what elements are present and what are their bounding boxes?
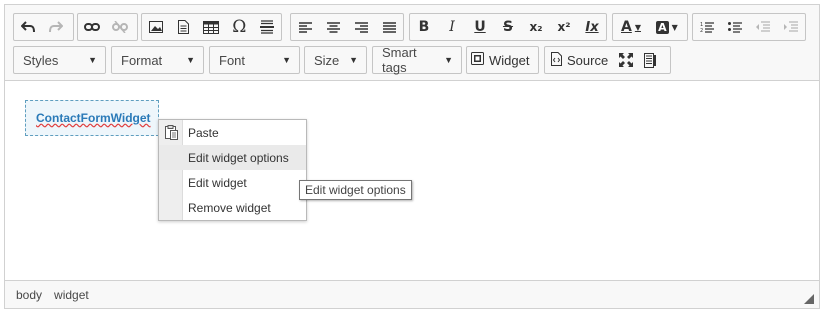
styles-label: Styles [23, 52, 59, 68]
special-character-button[interactable]: Ω [225, 14, 253, 40]
italic-button[interactable]: I [438, 14, 466, 40]
remove-format-button[interactable]: Ix [578, 14, 606, 40]
svg-text:2: 2 [700, 28, 703, 33]
chevron-down-icon: ▼ [88, 55, 97, 65]
context-menu-item-remove-widget[interactable]: Remove widget [159, 195, 306, 220]
background-color-label: A [656, 20, 669, 34]
text-color-button[interactable]: A ▼ [613, 14, 649, 40]
list-group: 12 [692, 13, 806, 41]
document-tools-group: Source [544, 46, 671, 74]
chevron-down-icon: ▼ [634, 22, 641, 32]
bulleted-list-icon[interactable] [721, 14, 749, 40]
context-menu-item-edit-widget-options[interactable]: Edit widget options [159, 145, 306, 170]
context-menu-item-label: Edit widget options [188, 150, 289, 165]
redo-icon[interactable] [42, 14, 70, 40]
widget-group: Widget [466, 46, 539, 74]
color-group: A ▼ A ▼ [612, 13, 688, 41]
chevron-down-icon: ▼ [282, 55, 291, 65]
size-label: Size [314, 52, 340, 68]
paste-icon [165, 125, 178, 143]
editor-content-area[interactable]: ContactFormWidget [5, 81, 819, 281]
context-menu-item-edit-widget[interactable]: Edit widget [159, 170, 306, 195]
font-label: Font [219, 52, 246, 68]
align-left-icon[interactable] [291, 14, 319, 40]
chevron-down-icon: ▼ [671, 22, 678, 32]
context-menu-item-label: Edit widget [188, 175, 247, 190]
strikethrough-button[interactable]: S [494, 14, 522, 40]
source-icon [551, 51, 562, 69]
smart-tags-label: Smart tags [382, 45, 417, 75]
unlink-icon[interactable] [106, 14, 134, 40]
insert-group: Ω [141, 13, 282, 41]
source-button[interactable]: Source [545, 47, 614, 73]
styles-dropdown[interactable]: Styles ▼ [13, 46, 106, 74]
widget-icon [471, 52, 484, 68]
size-dropdown[interactable]: Size ▼ [304, 46, 367, 74]
context-menu-item-label: Paste [188, 125, 219, 140]
link-icon[interactable] [78, 14, 106, 40]
align-right-icon[interactable] [347, 14, 375, 40]
link-group [77, 13, 138, 41]
background-color-button[interactable]: A ▼ [649, 14, 685, 40]
table-icon[interactable] [198, 14, 226, 40]
document-icon[interactable] [170, 14, 198, 40]
indent-icon[interactable] [777, 14, 805, 40]
undo-icon[interactable] [14, 14, 42, 40]
show-blocks-icon[interactable] [638, 47, 662, 73]
text-style-group: B I U S x₂ x² Ix [409, 13, 607, 41]
align-justify-icon[interactable] [375, 14, 403, 40]
text-color-label: A [621, 19, 632, 35]
path-item-body[interactable]: body [16, 288, 42, 302]
chevron-down-icon: ▼ [186, 55, 195, 65]
underline-button[interactable]: U [466, 14, 494, 40]
subscript-button[interactable]: x₂ [522, 14, 550, 40]
chevron-down-icon: ▼ [444, 55, 453, 65]
outdent-icon[interactable] [749, 14, 777, 40]
rich-text-editor: Ω B I U S x₂ x² Ix A ▼ A ▼ 1 2 Styles ▼ … [4, 4, 820, 309]
image-icon[interactable] [142, 14, 170, 40]
resize-handle-icon[interactable] [804, 293, 814, 304]
path-item-widget[interactable]: widget [54, 288, 89, 302]
smart-tags-dropdown[interactable]: Smart tags ▼ [372, 45, 462, 75]
bold-button[interactable]: B [410, 14, 438, 40]
context-menu: Paste Edit widget options Edit widget Re… [158, 119, 307, 221]
context-menu-item-label: Remove widget [188, 200, 271, 215]
undo-redo-group [13, 13, 74, 41]
numbered-list-icon[interactable]: 12 [693, 14, 721, 40]
align-center-icon[interactable] [319, 14, 347, 40]
context-menu-item-paste[interactable]: Paste [159, 120, 306, 145]
format-label: Format [121, 52, 163, 68]
element-path-bar: body widget [5, 280, 819, 308]
editor-toolbar: Ω B I U S x₂ x² Ix A ▼ A ▼ 1 2 Styles ▼ … [5, 5, 819, 81]
alignment-group [290, 13, 404, 41]
superscript-button[interactable]: x² [550, 14, 578, 40]
horizontal-rule-icon[interactable] [253, 14, 281, 40]
widget-button-label: Widget [489, 52, 530, 68]
widget-label: ContactFormWidget [36, 111, 151, 125]
source-button-label: Source [567, 52, 609, 68]
font-dropdown[interactable]: Font ▼ [209, 46, 300, 74]
widget-button[interactable]: Widget [467, 47, 533, 73]
chevron-down-icon: ▼ [349, 55, 358, 65]
tooltip: Edit widget options [299, 180, 412, 200]
maximize-icon[interactable] [614, 47, 638, 73]
contact-form-widget[interactable]: ContactFormWidget [25, 100, 159, 136]
format-dropdown[interactable]: Format ▼ [111, 46, 204, 74]
